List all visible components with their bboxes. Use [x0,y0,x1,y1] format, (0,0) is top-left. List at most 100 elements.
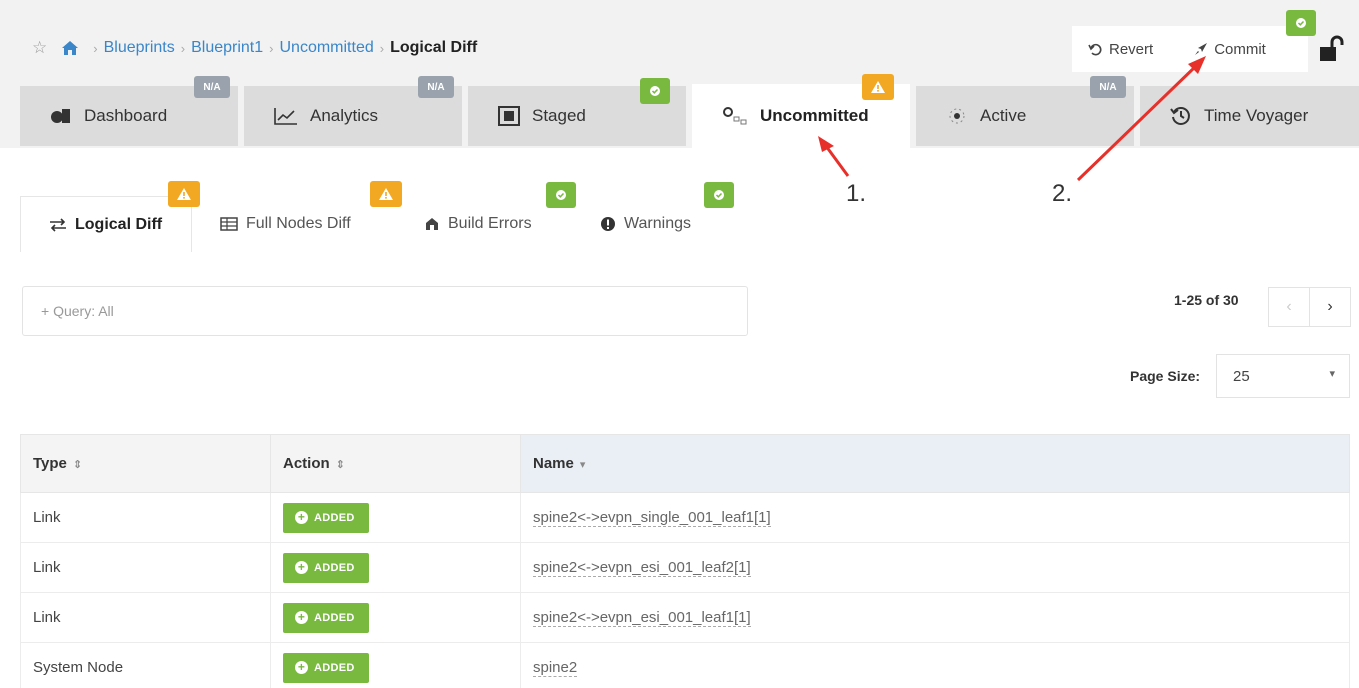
table-row: Link + ADDED spine2<->evpn_esi_001_leaf1[… [20,592,1350,643]
plus-icon: + [295,661,308,674]
column-header-name[interactable]: Name ▾ [520,434,1350,493]
pagination-info: 1-25 of 30 [1174,292,1239,308]
commit-actions: Revert Commit [1072,26,1308,72]
name-link[interactable]: spine2<->evpn_single_001_leaf1[1] [533,509,771,527]
logical-diff-table: Type ⇕ Action ⇕ Name ▾ Link + ADDED spine2<-… [20,434,1350,688]
name-link[interactable]: spine2<->evpn_esi_001_leaf1[1] [533,609,751,627]
check-circle-icon [714,190,724,200]
column-header-type[interactable]: Type ⇕ [20,434,271,493]
tab-label: Dashboard [84,106,168,125]
query-input[interactable]: + Query: All [22,286,748,336]
subtab-label: Build Errors [448,215,532,232]
type-cell: Link [20,592,271,643]
breadcrumb-separator: › [269,40,274,56]
commit-status-badge [1286,10,1316,36]
name-cell: spine2 [520,642,1350,688]
tab-label: Uncommitted [760,106,869,125]
breadcrumb: ☆ › Blueprints › Blueprint1 › Uncommitte… [32,36,477,60]
exchange-icon [49,217,67,232]
table-row: Link + ADDED spine2<->evpn_single_001_lea… [20,492,1350,543]
breadcrumb-uncommitted[interactable]: Uncommitted [279,39,373,57]
uncommitted-icon [722,106,748,126]
breadcrumb-separator: › [379,40,385,56]
name-link[interactable]: spine2<->evpn_esi_001_leaf2[1] [533,559,751,577]
breadcrumb-current: Logical Diff [390,39,478,56]
table-row: Link + ADDED spine2<->evpn_esi_001_leaf2[… [20,542,1350,593]
revert-button[interactable]: Revert [1088,41,1153,58]
subtab-full-nodes-diff[interactable]: Full Nodes Diff [192,196,396,252]
page-size-value: 25 [1233,367,1250,385]
dashboard-icon [50,107,72,125]
added-label: ADDED [314,661,355,674]
commit-label: Commit [1214,40,1266,58]
added-label: ADDED [314,611,355,624]
table-row: System Node + ADDED spine2 [20,642,1350,688]
build-icon [424,216,440,232]
table-icon [220,217,238,231]
analytics-chart-icon [274,107,298,125]
history-icon [1170,105,1192,127]
check-circle-icon [556,190,566,200]
check-circle-icon [650,86,660,96]
unlock-icon[interactable] [1316,34,1346,64]
favorite-star-icon[interactable]: ☆ [32,38,47,58]
rocket-icon [1195,42,1208,55]
annotation-step-2: 2. [1052,180,1073,207]
staged-icon [498,106,520,126]
tab-staged-badge [640,78,670,104]
tab-analytics-badge: N/A [418,76,454,98]
type-cell: System Node [20,642,271,688]
tab-uncommitted-badge [862,74,894,100]
revert-icon [1088,43,1102,55]
exclamation-icon [600,216,616,232]
home-icon[interactable] [61,40,79,56]
action-cell: + ADDED [270,492,521,543]
commit-button[interactable]: Commit [1193,41,1266,58]
revert-label: Revert [1109,40,1154,58]
name-cell: spine2<->evpn_esi_001_leaf2[1] [520,542,1350,593]
sort-icon: ⇕ [72,459,83,471]
tab-label: Analytics [310,106,379,125]
annotation-step-1: 1. [846,180,867,207]
breadcrumb-blueprints[interactable]: Blueprints [104,39,175,57]
subtab-label: Warnings [624,215,691,232]
pagination-next-button[interactable]: › [1309,287,1351,327]
column-header-label: Name [533,455,574,472]
type-cell: Link [20,542,271,593]
action-cell: + ADDED [270,592,521,643]
pagination-prev-button[interactable]: ‹ [1268,287,1310,327]
breadcrumb-blueprint1[interactable]: Blueprint1 [191,39,263,57]
added-badge: + ADDED [283,502,369,533]
chevron-down-icon: ▾ [1329,368,1335,380]
subtab-warnings-badge [704,182,734,208]
column-header-label: Type [33,455,67,472]
plus-icon: + [295,511,308,524]
tab-time-voyager-badge: N/A [1090,76,1126,98]
breadcrumb-separator: › [180,40,186,56]
added-badge: + ADDED [283,652,369,683]
added-label: ADDED [314,511,355,524]
added-badge: + ADDED [283,552,369,583]
tab-label: Staged [532,106,586,125]
tab-label: Time Voyager [1204,106,1309,125]
added-badge: + ADDED [283,602,369,633]
plus-icon: + [295,611,308,624]
check-circle-icon [1296,18,1306,28]
subtab-logical-diff[interactable]: Logical Diff [20,196,192,252]
added-label: ADDED [314,561,355,574]
column-header-action[interactable]: Action ⇕ [270,434,521,493]
column-header-label: Action [283,455,330,472]
action-cell: + ADDED [270,542,521,593]
tab-dashboard-badge: N/A [194,76,230,98]
page-size-select[interactable]: 25 ▾ [1216,354,1350,398]
tab-time-voyager[interactable]: Time Voyager [1140,86,1359,146]
type-cell: Link [20,492,271,543]
name-cell: spine2<->evpn_single_001_leaf1[1] [520,492,1350,543]
subtab-label: Logical Diff [75,215,163,233]
name-link[interactable]: spine2 [533,659,578,677]
plus-icon: + [295,561,308,574]
warning-icon [871,81,885,93]
breadcrumb-separator: › [93,40,98,56]
subtab-label: Full Nodes Diff [246,215,351,232]
page-size-label: Page Size: [1130,368,1201,384]
